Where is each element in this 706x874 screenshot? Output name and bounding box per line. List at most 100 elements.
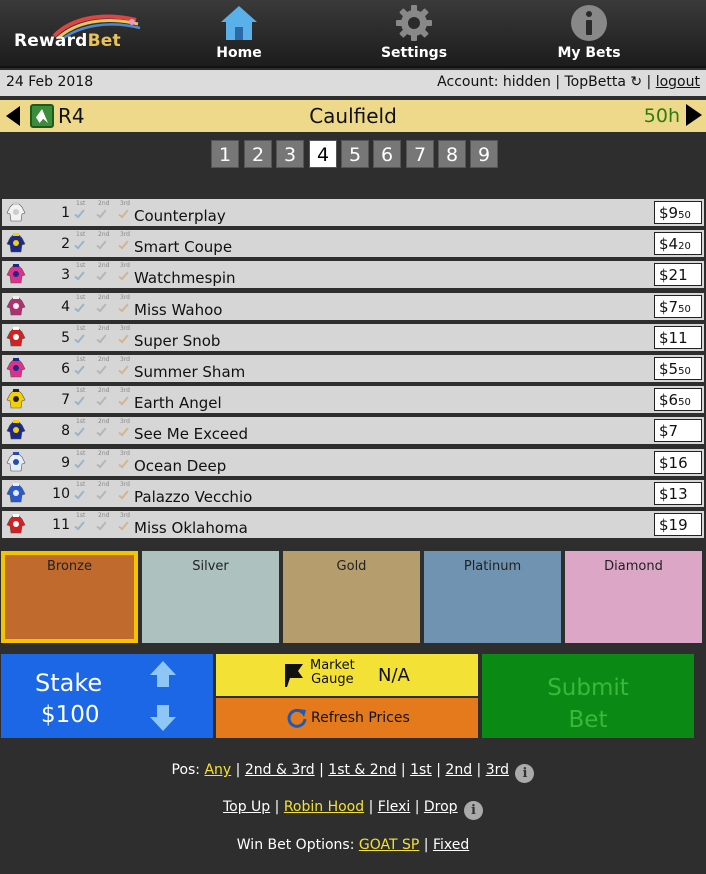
runner-row[interactable]: 11 1st 2nd 3rd Miss Oklahoma $19 <box>2 511 704 538</box>
runner-price-button[interactable]: $21 <box>654 263 702 287</box>
runner-price-button[interactable]: $19 <box>654 513 702 536</box>
stake-decrease-arrow-icon[interactable] <box>149 704 177 732</box>
second-check-icon[interactable]: 2nd <box>96 294 114 315</box>
refresh-prices-button[interactable]: Refresh Prices <box>216 698 478 738</box>
runner-number: 5 <box>61 329 70 346</box>
first-check-icon[interactable]: 1st <box>74 418 92 439</box>
first-check-icon[interactable]: 1st <box>74 450 92 471</box>
win-option-goat-sp[interactable]: GOAT SP <box>359 837 419 853</box>
second-check-icon[interactable]: 2nd <box>96 512 114 533</box>
tier-diamond[interactable]: Diamond <box>565 551 702 643</box>
win-bet-options-label: Win Bet Options: <box>236 837 355 853</box>
race-button-7[interactable]: 7 <box>406 140 434 168</box>
pos-option-2nd-3rd[interactable]: 2nd & 3rd <box>245 762 315 778</box>
market-gauge-label: Market Gauge <box>310 659 355 687</box>
race-button-4[interactable]: 4 <box>309 140 337 168</box>
stake-increase-arrow-icon[interactable] <box>149 660 177 688</box>
race-button-8[interactable]: 8 <box>438 140 466 168</box>
submit-bet-button[interactable]: Submit Bet <box>482 654 694 738</box>
pos-option-1st-2nd[interactable]: 1st & 2nd <box>328 762 396 778</box>
refresh-account-icon[interactable]: ↻ <box>630 74 642 90</box>
jockey-silk-icon <box>6 420 26 440</box>
first-check-icon[interactable]: 1st <box>74 481 92 502</box>
runner-price-button[interactable]: $650 <box>654 388 702 412</box>
bet-type-robin-hood[interactable]: Robin Hood <box>284 799 364 815</box>
race-button-2[interactable]: 2 <box>244 140 272 168</box>
second-check-label: 2nd <box>98 200 110 207</box>
first-check-icon[interactable]: 1st <box>74 512 92 533</box>
runner-row[interactable]: 4 1st 2nd 3rd Miss Wahoo $750 <box>2 292 704 320</box>
second-check-icon[interactable]: 2nd <box>96 356 114 377</box>
position-info-icon[interactable]: i <box>515 764 535 783</box>
runner-row[interactable]: 7 1st 2nd 3rd Earth Angel $650 <box>2 386 704 414</box>
runner-price-button[interactable]: $550 <box>654 357 702 380</box>
runner-price-button[interactable]: $16 <box>654 450 702 474</box>
runner-row[interactable]: 3 1st 2nd 3rd Watchmespin $21 <box>2 261 704 289</box>
runner-price-button[interactable]: $7 <box>654 419 702 443</box>
second-check-icon[interactable]: 2nd <box>96 450 114 471</box>
first-check-icon[interactable]: 1st <box>74 387 92 408</box>
runner-price-button[interactable]: $750 <box>654 294 702 318</box>
tier-bronze[interactable]: Bronze <box>1 551 138 643</box>
race-button-6[interactable]: 6 <box>373 140 401 168</box>
race-venue: Caulfield <box>309 104 397 128</box>
pos-option-any[interactable]: Any <box>204 762 231 778</box>
reward-bet-logo[interactable]: RewardBet <box>12 14 142 60</box>
tier-gold[interactable]: Gold <box>283 551 420 643</box>
second-check-icon[interactable]: 2nd <box>96 387 114 408</box>
runner-row[interactable]: 8 1st 2nd 3rd See Me Exceed $7 <box>2 417 704 445</box>
runner-row[interactable]: 9 1st 2nd 3rd Ocean Deep $16 <box>2 448 704 476</box>
runner-row[interactable]: 2 1st 2nd 3rd Smart Coupe $420 <box>2 230 704 258</box>
race-button-5[interactable]: 5 <box>341 140 369 168</box>
runner-row[interactable]: 1 1st 2nd 3rd Counterplay $950 <box>2 199 704 226</box>
jockey-silk-icon <box>6 389 26 409</box>
bet-type-info-icon[interactable]: i <box>464 801 484 820</box>
race-button-3[interactable]: 3 <box>276 140 304 168</box>
next-race-arrow-icon[interactable] <box>686 104 702 126</box>
race-button-1[interactable]: 1 <box>211 140 239 168</box>
pos-option-3rd[interactable]: 3rd <box>486 762 509 778</box>
second-check-icon[interactable]: 2nd <box>96 325 114 346</box>
stake-label: Stake <box>35 669 103 697</box>
tier-silver[interactable]: Silver <box>142 551 279 643</box>
win-option-fixed[interactable]: Fixed <box>433 837 469 853</box>
runner-price-cents: 50 <box>678 210 691 221</box>
runner-price-button[interactable]: $11 <box>654 325 702 349</box>
second-check-icon[interactable]: 2nd <box>96 418 114 439</box>
race-button-9[interactable]: 9 <box>470 140 498 168</box>
race-header: R4 Caulfield 50h <box>0 100 706 132</box>
runner-row[interactable]: 10 1st 2nd 3rd Palazzo Vecchio $13 <box>2 479 704 507</box>
second-check-icon[interactable]: 2nd <box>96 262 114 283</box>
logout-link[interactable]: logout <box>656 74 700 90</box>
first-check-icon[interactable]: 1st <box>74 325 92 346</box>
runner-row[interactable]: 5 1st 2nd 3rd Super Snob $11 <box>2 323 704 351</box>
bet-type-drop[interactable]: Drop <box>424 799 458 815</box>
tier-platinum[interactable]: Platinum <box>424 551 561 643</box>
first-check-icon[interactable]: 1st <box>74 262 92 283</box>
runner-row[interactable]: 6 1st 2nd 3rd Summer Sham $550 <box>2 355 704 382</box>
runner-price-button[interactable]: $950 <box>654 201 702 224</box>
market-gauge[interactable]: Market Gauge N/A <box>216 654 478 696</box>
third-check-label: 3rd <box>120 293 130 301</box>
first-check-icon[interactable]: 1st <box>74 200 92 221</box>
runner-number: 1 <box>61 205 70 221</box>
nav-settings[interactable]: Settings <box>379 0 449 68</box>
first-check-icon[interactable]: 1st <box>74 356 92 377</box>
runner-price-button[interactable]: $13 <box>654 481 702 505</box>
bet-type-flexi[interactable]: Flexi <box>378 799 410 815</box>
pos-option-1st[interactable]: 1st <box>410 762 432 778</box>
runner-number: 6 <box>61 361 70 377</box>
runner-price-button[interactable]: $420 <box>654 232 702 256</box>
second-check-icon[interactable]: 2nd <box>96 231 114 252</box>
previous-race-arrow-icon[interactable] <box>6 106 20 126</box>
second-check-icon[interactable]: 2nd <box>96 481 114 502</box>
nav-my-bets[interactable]: My Bets <box>554 0 624 68</box>
second-check-icon[interactable]: 2nd <box>96 200 114 221</box>
nav-home[interactable]: Home <box>204 0 274 68</box>
pos-option-2nd[interactable]: 2nd <box>445 762 472 778</box>
home-icon <box>221 6 257 40</box>
first-check-icon[interactable]: 1st <box>74 231 92 252</box>
first-check-icon[interactable]: 1st <box>74 294 92 315</box>
jockey-silk-icon <box>6 451 26 471</box>
bet-type-top-up[interactable]: Top Up <box>223 799 270 815</box>
